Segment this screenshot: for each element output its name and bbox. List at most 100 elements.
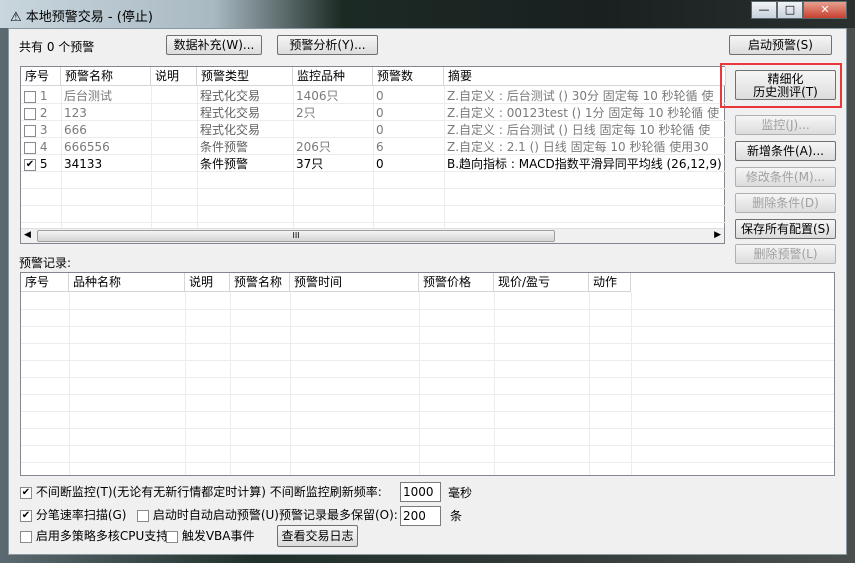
column-header[interactable]: 动作 <box>589 273 631 292</box>
cell-text: 0 <box>376 123 384 137</box>
cell-summary[interactable]: Z.自定义 : 后台测试 () 日线 固定每 10 秒轮循 使 <box>444 122 726 139</box>
minimize-button[interactable]: — <box>751 1 777 19</box>
checkbox[interactable] <box>20 530 32 543</box>
cell-summary[interactable]: Z.自定义 : 00123test () 1分 固定每 10 秒轮循 使 <box>444 105 726 122</box>
tick-scan-label: 分笔速率扫描(G) <box>35 508 127 522</box>
column-header[interactable]: 序号 <box>21 273 69 292</box>
column-header[interactable]: 预警价格 <box>419 273 494 292</box>
delete-alert-button[interactable]: 删除预警(L) <box>735 244 836 264</box>
cell-name[interactable]: 34133 <box>61 156 151 173</box>
cell-id[interactable]: 1 <box>21 88 61 105</box>
column-header[interactable]: 说明 <box>185 273 230 292</box>
row-checkbox[interactable] <box>24 124 36 137</box>
cell-text: 2只 <box>296 106 316 120</box>
scroll-right-arrow[interactable]: ▶ <box>714 230 721 240</box>
cell-id[interactable]: ✔ 5 <box>21 156 61 173</box>
max-records-input[interactable]: 200 <box>400 506 441 526</box>
cell-symbols[interactable]: 2只 <box>293 105 373 122</box>
cell-desc[interactable] <box>151 105 197 122</box>
edit-condition-button[interactable]: 修改条件(M)... <box>735 167 836 187</box>
scroll-thumb[interactable]: III <box>37 230 555 242</box>
cell-type[interactable]: 程式化交易 <box>197 122 293 139</box>
data-fill-button[interactable]: 数据补充(W)... <box>166 35 262 55</box>
maximize-button[interactable]: □ <box>777 1 803 19</box>
cell-desc[interactable] <box>151 122 197 139</box>
row-checkbox[interactable] <box>24 107 36 120</box>
cell-type[interactable]: 程式化交易 <box>197 105 293 122</box>
column-header[interactable]: 预警名称 <box>61 67 151 86</box>
save-config-button[interactable]: 保存所有配置(S) <box>735 219 836 239</box>
title-bar[interactable]: ⚠ 本地预警交易 - (停止) — □ ✕ <box>0 0 855 28</box>
column-header[interactable]: 品种名称 <box>69 273 185 292</box>
alert-analysis-button[interactable]: 预警分析(Y)... <box>277 35 378 55</box>
cell-desc[interactable] <box>151 88 197 105</box>
horizontal-scrollbar[interactable]: ◀ III ▶ <box>21 228 724 243</box>
cell-count[interactable]: 0 <box>373 105 444 122</box>
checkbox[interactable]: ✔ <box>20 486 32 499</box>
add-condition-button[interactable]: 新增条件(A)... <box>735 141 836 161</box>
column-header[interactable]: 序号 <box>21 67 61 86</box>
row-checkbox[interactable] <box>24 141 36 154</box>
cell-text: 3 <box>39 123 48 137</box>
alert-list[interactable]: 序号 预警名称 说明 预警类型 监控品种 预警数 摘要 1 后台测试 程式化交易 1406只 0 Z.… <box>20 66 726 244</box>
row-checkbox[interactable]: ✔ <box>24 158 36 171</box>
auto-start-option[interactable]: 启动时自动启动预警(U)预警记录最多保留(O): <box>137 507 398 523</box>
cell-count[interactable]: 0 <box>373 156 444 173</box>
refine-backtest-button[interactable]: 精细化 历史测评(T) <box>735 70 836 100</box>
column-header[interactable]: 监控品种 <box>293 67 373 86</box>
cell-desc[interactable] <box>151 139 197 156</box>
cell-count[interactable]: 0 <box>373 122 444 139</box>
cell-id[interactable]: 4 <box>21 139 61 156</box>
checkbox[interactable] <box>166 530 178 543</box>
column-header[interactable]: 预警时间 <box>290 273 419 292</box>
cell-summary[interactable]: Z.自定义 : 后台测试 () 30分 固定每 10 秒轮循 使 <box>444 88 726 105</box>
scroll-left-arrow[interactable]: ◀ <box>24 230 31 240</box>
checkbox[interactable] <box>137 509 149 522</box>
cell-type[interactable]: 条件预警 <box>197 139 293 156</box>
cell-summary[interactable]: Z.自定义 : 2.1 () 日线 固定每 10 秒轮循 使用30 <box>444 139 726 156</box>
cell-id[interactable]: 2 <box>21 105 61 122</box>
cell-count[interactable]: 0 <box>373 88 444 105</box>
cell-name[interactable]: 后台测试 <box>61 88 151 105</box>
cell-type[interactable]: 条件预警 <box>197 156 293 173</box>
cell-id[interactable]: 3 <box>21 122 61 139</box>
column-header[interactable]: 现价/盈亏 <box>494 273 589 292</box>
multicore-option[interactable]: 启用多策略多核CPU支持 <box>20 528 168 544</box>
cell-desc[interactable] <box>151 156 197 173</box>
cell-name[interactable]: 123 <box>61 105 151 122</box>
column-header[interactable]: 说明 <box>151 67 197 86</box>
column-header[interactable]: 预警数 <box>373 67 444 86</box>
row-checkbox[interactable] <box>24 90 36 103</box>
refresh-frequency-input[interactable]: 1000 <box>400 482 441 502</box>
cell-text: 0 <box>376 89 384 103</box>
cell-count[interactable]: 6 <box>373 139 444 156</box>
delete-condition-button[interactable]: 删除条件(D) <box>735 193 836 213</box>
row-gridline <box>21 309 834 310</box>
cell-symbols[interactable]: 37只 <box>293 156 373 173</box>
start-alert-button[interactable]: 启动预警(S) <box>729 35 832 55</box>
cell-summary[interactable]: B.趋向指标 : MACD指数平滑异同平均线 (26,12,9) <box>444 156 726 173</box>
cell-symbols[interactable]: 1406只 <box>293 88 373 105</box>
cell-name[interactable]: 666 <box>61 122 151 139</box>
keep-unit: 条 <box>450 509 463 523</box>
continuous-monitor-option[interactable]: ✔ 不间断监控(T)(无论有无新行情都定时计算) 不间断监控刷新频率: <box>20 484 382 500</box>
close-button[interactable]: ✕ <box>803 1 847 19</box>
tick-scan-option[interactable]: ✔ 分笔速率扫描(G) <box>20 507 127 523</box>
view-log-button[interactable]: 查看交易日志 <box>277 525 358 547</box>
column-header[interactable]: 预警名称 <box>230 273 290 292</box>
column-header[interactable]: 摘要 <box>444 67 726 86</box>
cell-text: 条件预警 <box>200 140 249 154</box>
freq-unit: 毫秒 <box>448 486 473 500</box>
cell-symbols[interactable] <box>293 122 373 139</box>
checkbox[interactable]: ✔ <box>20 509 32 522</box>
cell-text: 程式化交易 <box>200 106 261 120</box>
cell-type[interactable]: 程式化交易 <box>197 88 293 105</box>
column-header[interactable]: 预警类型 <box>197 67 293 86</box>
monitor-button[interactable]: 监控(J)... <box>735 115 836 135</box>
cell-text: 0 <box>376 106 384 120</box>
cell-name[interactable]: 666556 <box>61 139 151 156</box>
vba-option[interactable]: 触发VBA事件 <box>166 528 254 544</box>
records-list[interactable]: 序号 品种名称 说明 预警名称 预警时间 预警价格 现价/盈亏 动作 <box>20 272 835 476</box>
cell-symbols[interactable]: 206只 <box>293 139 373 156</box>
max-keep-label: 预警记录最多保留(O): <box>278 508 398 522</box>
